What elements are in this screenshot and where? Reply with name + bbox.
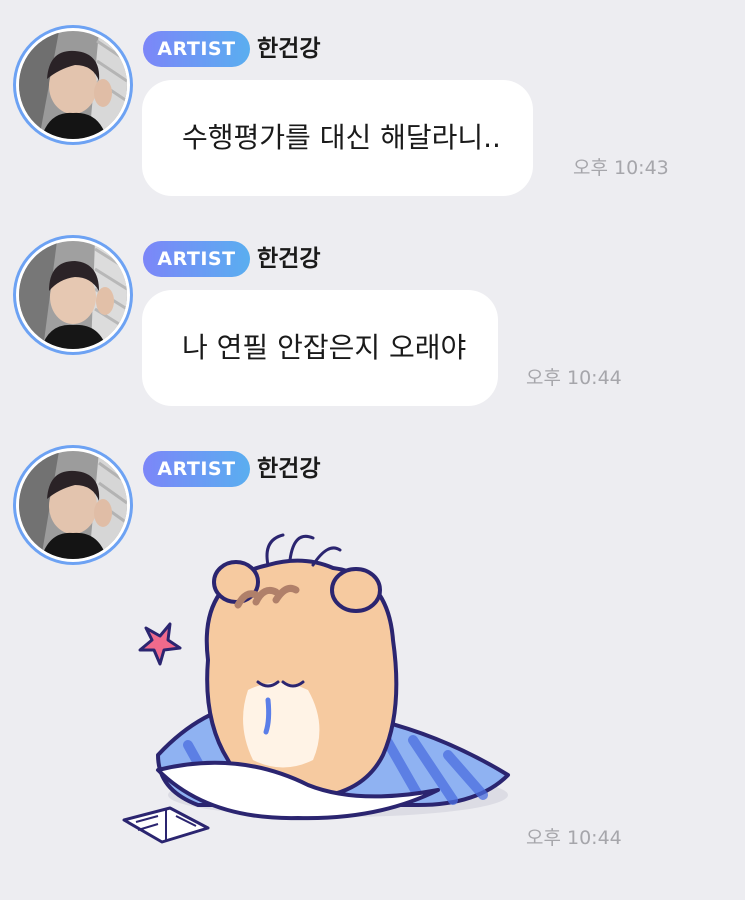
sleepy-hamster-sticker[interactable] — [118, 520, 518, 860]
artist-badge: ARTIST — [143, 241, 250, 277]
message-bubble[interactable]: 수행평가를 대신 해달라니.. — [142, 80, 533, 196]
message-timestamp: 오후 10:44 — [526, 827, 622, 849]
profile-photo — [19, 241, 127, 349]
avatar[interactable] — [13, 235, 133, 355]
hamster-icon — [122, 533, 510, 844]
message-bubble[interactable]: 나 연필 안잡은지 오래야 — [142, 290, 499, 406]
profile-photo — [19, 31, 127, 139]
avatar[interactable] — [13, 25, 133, 145]
artist-badge: ARTIST — [143, 451, 250, 487]
artist-badge: ARTIST — [143, 31, 250, 67]
message-timestamp: 오후 10:43 — [573, 157, 669, 179]
sender-name: 한건강 — [257, 246, 321, 272]
sender-name: 한건강 — [257, 456, 321, 482]
profile-photo — [19, 451, 127, 559]
sender-name: 한건강 — [257, 36, 321, 62]
avatar[interactable] — [13, 445, 133, 565]
message-timestamp: 오후 10:44 — [526, 367, 622, 389]
